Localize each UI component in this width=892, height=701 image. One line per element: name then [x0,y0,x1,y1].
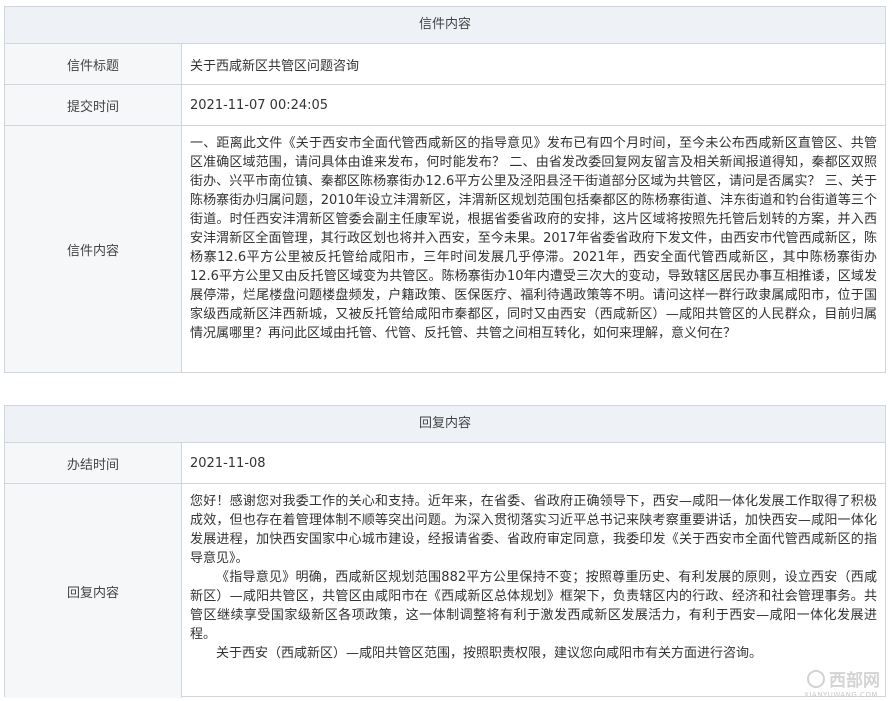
reply-paragraph-2: 《指导意见》明确，西咸新区规划范围882平方公里保持不变；按照尊重历史、有利发展… [190,570,877,642]
reply-content-row: 回复内容 您好！感谢您对我委工作的关心和支持。近年来，在省委、省政府正确领导下，… [5,484,885,698]
letter-content-text: 一、距离此文件《关于西安市全面代管西咸新区的指导意见》发布已有四个月时间，至今未… [190,136,877,341]
reply-content-text: 您好！感谢您对我委工作的关心和支持。近年来，在省委、省政府正确领导下，西安—咸阳… [182,484,885,698]
reply-content-label: 回复内容 [5,484,182,698]
reply-panel: 回复内容 办结时间 2021-11-08 回复内容 您好！感谢您对我委工作的关心… [4,405,886,698]
letter-title-label: 信件标题 [5,44,182,84]
letter-header: 信件内容 [5,7,885,44]
submit-time-label: 提交时间 [5,85,182,125]
reply-paragraph-3: 关于西安（西咸新区）—咸阳共管区范围，按照职责权限，建议您向咸阳市有关方面进行咨… [216,646,763,661]
reply-date-row: 办结时间 2021-11-08 [5,443,885,484]
reply-header: 回复内容 [5,406,885,443]
reply-date-value: 2021-11-08 [190,455,266,471]
watermark-subtext: XIANYUWANG.COM [804,691,878,699]
reply-paragraph-1: 您好！感谢您对我委工作的关心和支持。近年来，在省委、省政府正确领导下，西安—咸阳… [190,494,877,566]
letter-title-row: 信件标题 关于西咸新区共管区问题咨询 [5,44,885,85]
letter-title-value: 关于西咸新区共管区问题咨询 [190,58,360,74]
submit-time-row: 提交时间 2021-11-07 00:24:05 [5,85,885,126]
submit-time-value: 2021-11-07 00:24:05 [190,97,329,113]
watermark-logo-icon [807,669,825,688]
watermark-text: 西部网 [829,671,880,691]
letter-content-row: 信件内容 一、距离此文件《关于西安市全面代管西咸新区的指导意见》发布已有四个月时… [5,126,885,372]
letter-content-label: 信件内容 [5,126,182,372]
letter-panel: 信件内容 信件标题 关于西咸新区共管区问题咨询 提交时间 2021-11-07 … [4,6,886,373]
site-watermark: 西部网 [807,666,880,691]
reply-date-label: 办结时间 [5,443,182,483]
